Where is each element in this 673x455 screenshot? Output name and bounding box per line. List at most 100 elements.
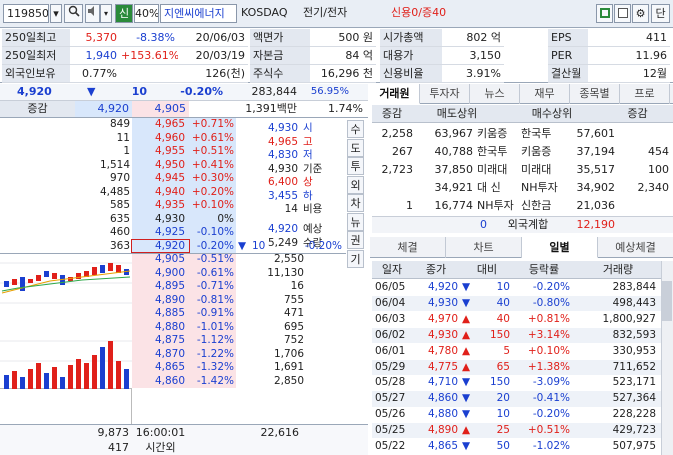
info-l2-0: 액면가 [250,29,310,47]
broker-dbuy [618,125,672,143]
broker-tab-5[interactable]: 프로 [620,84,670,104]
broker-tab-3[interactable]: 재무 [520,84,570,104]
daily-row[interactable]: 06/01 4,780 ▲ 5 +0.10% 330,953 [372,344,673,359]
daily-header-3: 등락률 [528,263,560,276]
daily-row[interactable]: 05/25 4,890 ▲ 25 +0.51% 429,723 [372,423,673,439]
broker-buy-name[interactable]: 키움증 [520,143,564,161]
buy-price[interactable]: 4,880 [132,320,189,334]
daily-volume: 523,171 [612,376,656,389]
daily-rate: -0.20% [532,408,570,421]
broker-buy-name[interactable]: 미래대 [520,161,564,179]
info-c1-1: +153.61% [118,47,178,65]
buy-price[interactable]: 4,905 [132,253,189,267]
stock-name: 지엔씨에너지 [160,4,237,23]
grid-icon[interactable] [596,4,613,23]
speaker-icon[interactable] [85,4,100,23]
buy-price[interactable]: 4,900 [132,266,189,280]
side-button-4[interactable]: 차 [347,194,364,212]
daily-tab-2[interactable]: 일별 [522,237,598,258]
daily-close: 4,780 [427,344,458,357]
side-button-5[interactable]: 뉴 [347,212,364,231]
side-button-6[interactable]: 권 [347,231,364,249]
daily-row[interactable]: 06/02 4,930 ▲ 150 +3.14% 832,593 [372,327,673,344]
daily-date: 05/29 [375,360,406,373]
volume-bar [44,373,49,389]
broker-dsell [372,179,416,197]
sell-price[interactable]: 4,935 [132,199,189,213]
daily-row[interactable]: 05/22 4,865 ▼ 50 -1.02% 507,975 [372,439,673,454]
sell-price[interactable]: 4,940 [132,185,189,199]
single-button[interactable]: 단 [651,4,670,23]
broker-buy-name[interactable]: NH투자 [520,179,564,197]
buy-price[interactable]: 4,875 [132,334,189,348]
buy-price[interactable]: 4,860 [132,374,189,388]
dropdown-icon[interactable]: ▾ [50,4,62,23]
gear-icon[interactable]: ⚙ [632,4,649,23]
daily-rate: -3.09% [532,376,570,389]
broker-tab-1[interactable]: 투자자 [420,84,470,104]
sell-price[interactable]: 4,960 [132,131,189,145]
daily-scrollbar[interactable] [661,261,673,455]
volume-bar [76,359,81,389]
info-v3-0: 802 억 [442,29,504,47]
daily-row[interactable]: 06/05 4,920 ▼ 10 -0.20% 283,844 [372,280,673,295]
order-book: 849 4,965 +0.71% 11 4,960 +0.61% 1 4,955 +0.51% 1… [0,118,346,436]
volume: 283,844 [251,85,298,98]
after-hours-qty: 417 [108,441,129,454]
down-arrow-icon: ▼ [87,85,96,98]
daily-row[interactable]: 05/26 4,880 ▼ 10 -0.20% 228,228 [372,407,673,422]
side-button-0[interactable]: 수 [347,120,364,138]
side-button-1[interactable]: 도 [347,138,364,157]
stock-code-input[interactable]: 119850 [3,4,49,23]
sell-price[interactable]: 4,945 [132,172,189,186]
daily-row[interactable]: 06/03 4,970 ▲ 40 +0.81% 1,800,927 [372,312,673,327]
broker-buy-name[interactable]: 한국투 [520,125,564,143]
daily-tab-3[interactable]: 예상체결 [598,237,673,258]
buy-price[interactable]: 4,895 [132,280,189,294]
daily-tab-0[interactable]: 체결 [370,237,446,258]
daily-diff: 20 [496,392,510,405]
buy-price[interactable]: 4,890 [132,293,189,307]
after-hours-label: 시간외 [145,441,176,454]
side-button-3[interactable]: 외 [347,175,364,194]
daily-close: 4,865 [427,440,458,452]
checkbox-icon[interactable] [614,4,631,23]
broker-tab-0[interactable]: 거래원 [370,84,420,104]
broker-sell-qty: 63,967 [434,127,474,140]
broker-buy-name[interactable]: 신한금 [520,197,564,215]
sell-price[interactable]: 4,965 [132,118,189,132]
daily-row[interactable]: 05/27 4,860 ▼ 20 -0.41% 527,364 [372,391,673,407]
broker-sell-name[interactable]: 키움증 [476,125,520,143]
buy-qty: 11,130 [267,266,304,279]
broker-tab-2[interactable]: 뉴스 [470,84,520,104]
side-button-2[interactable]: 투 [347,157,364,175]
sell-price[interactable]: 4,930 [132,212,189,226]
side-button-7[interactable]: 기 [347,249,364,268]
sell-qty: 1,514 [99,158,130,171]
daily-row[interactable]: 05/29 4,775 ▲ 65 +1.38% 711,652 [372,359,673,375]
info-v2-2: 16,296 천 [310,65,376,83]
buy-price[interactable]: 4,870 [132,347,189,361]
search-icon[interactable] [64,4,83,23]
toolbar: 119850 ▾ ▾ 신 40% 지엔씨에너지 KOSDAQ 전기/전자 신용0… [0,0,673,28]
stat-value: 4,930 [267,122,298,134]
broker-tab-4[interactable]: 종목별 [570,84,620,104]
daily-tab-1[interactable]: 차트 [446,237,522,258]
buy-price[interactable]: 4,885 [132,307,189,321]
daily-rate: -1.02% [532,440,570,452]
broker-sell-name[interactable]: 한국투 [476,143,520,161]
sell-price[interactable]: 4,955 [132,145,189,159]
daily-row[interactable]: 05/28 4,710 ▼ 150 -3.09% 523,171 [372,375,673,390]
daily-close: 4,860 [427,392,458,405]
speaker-dropdown-icon[interactable]: ▾ [100,4,112,23]
sell-price[interactable]: 4,950 [132,158,189,172]
broker-sell-name[interactable]: 미래대 [476,161,520,179]
buy-price[interactable]: 4,865 [132,361,189,375]
sell-price[interactable]: 4,925 [132,226,189,240]
broker-sell-name[interactable]: 대 신 [476,179,520,197]
daily-row[interactable]: 06/04 4,930 ▼ 40 -0.80% 498,443 [372,295,673,312]
broker-buy-qty: 37,194 [576,145,616,158]
broker-sell-name[interactable]: NH투자 [476,197,520,215]
info-v3-2: 3.91% [442,65,504,83]
daily-volume: 283,844 [612,281,656,293]
